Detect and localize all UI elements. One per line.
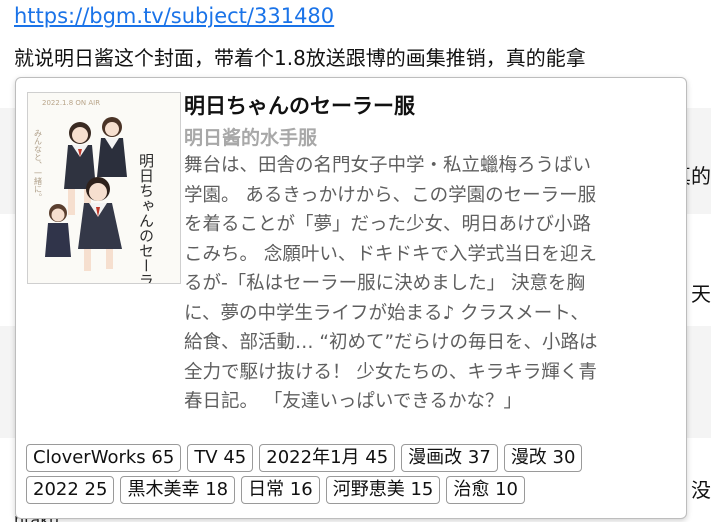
tag-count: 25 [84,479,108,500]
tag-name: 2022年1月 [266,447,360,468]
tag-name: 漫画改 [408,447,463,468]
cover-vertical-title: 明日ちゃんのセーラー服 [137,153,155,283]
tag-manga-adaptation[interactable]: 漫画改 37 [401,444,498,472]
tag-name: 黒木美幸 [127,479,200,500]
tag-count: 37 [467,447,491,468]
tag-2022[interactable]: 2022 25 [26,476,115,504]
subject-summary: 舞台は、田舎の名門女子中学・私立蠟梅ろうばい 学園。 あるきっかけから、この学園… [184,151,676,417]
summary-line: 全力で駆け抜ける！ 少女たちの、キラキラ輝く青 [184,361,597,383]
summary-line: こみち。 念願叶い、ドキドキで入学式当日を迎え [184,243,597,265]
tag-list: CloverWorks 65 TV 45 2022年1月 45 漫画改 37 漫… [26,444,676,508]
summary-line: 春日記。 「友達いっぱいできるかな？」 [184,391,522,412]
tag-count: 18 [205,479,229,500]
post-text: 就说明日酱这个封面，带着个1.8放送跟博的画集推销，真的能拿 [14,46,586,70]
cover-image[interactable]: 2022.1.8 ON AIR 明日ちゃんのセーラー服 みんなと、一緒に。 [27,92,181,284]
tag-name: 河野恵美 [332,479,405,500]
page: https://bgm.tv/subject/331480 就说明日酱这个封面，… [0,0,711,522]
tag-kuroki-miyuki[interactable]: 黒木美幸 18 [120,476,236,504]
subject-subtitle: 明日酱的水手服 [184,127,318,149]
tag-healing[interactable]: 治愈 10 [446,476,526,504]
tag-count: 10 [495,479,519,500]
summary-line: 学園。 あるきっかけから、この学園のセーラー服 [184,184,597,206]
tag-count: 15 [410,479,434,500]
book-cover-icon: 2022.1.8 ON AIR 明日ちゃんのセーラー服 みんなと、一緒に。 [28,93,180,283]
tag-row: 2022 25 黒木美幸 18 日常 16 河野恵美 15 治愈 10 [26,476,676,504]
tag-count: 65 [151,447,175,468]
tag-count: 45 [365,447,389,468]
tag-name: 日常 [248,479,285,500]
summary-line: るが‐「私はセーラー服に決めました」 決意を胸 [184,273,586,294]
cover-side-text: みんなと、一緒に。 [34,129,43,201]
tag-cloverworks[interactable]: CloverWorks 65 [26,444,182,472]
background-text-fragment: 没 [691,478,711,502]
tag-count: 30 [552,447,576,468]
tag-2022-jan[interactable]: 2022年1月 45 [259,444,396,472]
tag-manga-adapt-short[interactable]: 漫改 30 [503,444,583,472]
tag-name: CloverWorks [33,447,146,468]
tag-name: 漫改 [510,447,547,468]
subject-preview-card: 2022.1.8 ON AIR 明日ちゃんのセーラー服 みんなと、一緒に。 明日… [15,77,687,519]
summary-line: を着ることが「夢」だった少女、明日あけび小路 [184,214,592,235]
tag-name: 治愈 [453,479,490,500]
subject-title[interactable]: 明日ちゃんのセーラー服 [184,90,415,120]
tag-tv[interactable]: TV 45 [187,444,254,472]
tag-kono-emi[interactable]: 河野恵美 15 [325,476,441,504]
cover-top-line: 2022.1.8 ON AIR [42,99,100,107]
tag-name: 2022 [33,479,79,500]
tag-slice-of-life[interactable]: 日常 16 [241,476,320,504]
tag-name: TV [194,447,218,468]
subject-link[interactable]: https://bgm.tv/subject/331480 [14,4,334,28]
tag-count: 16 [289,479,313,500]
summary-line: 給食、部活動… “初めて”だらけの毎日を、小路は [184,332,598,353]
background-text-fragment: 天 [691,282,711,306]
summary-line: に、夢の中学生ライフが始まる♪ クラスメート、 [184,302,589,324]
tag-row: CloverWorks 65 TV 45 2022年1月 45 漫画改 37 漫… [26,444,676,472]
tag-count: 45 [223,447,247,468]
summary-line: 舞台は、田舎の名門女子中学・私立蠟梅ろうばい [184,155,592,176]
